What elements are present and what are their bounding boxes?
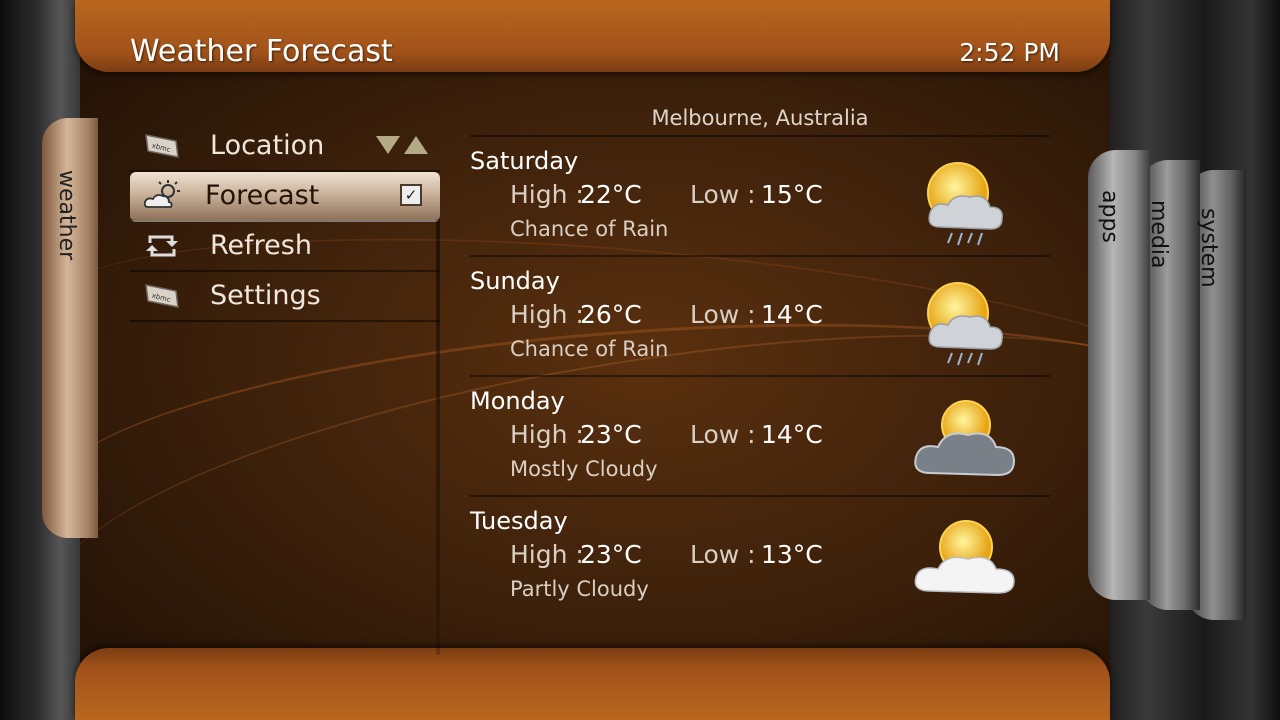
low-value: 13°C <box>761 540 823 569</box>
sun-cloud-rain-icon <box>927 162 1003 246</box>
high-value: 22°C <box>580 180 642 209</box>
high-label: High : <box>510 540 584 569</box>
condition-text: Partly Cloudy <box>510 577 649 601</box>
system-tab-label: system <box>1196 208 1221 288</box>
xbmc-logo-icon: xbmc <box>145 134 179 158</box>
menu-item-label: Location <box>210 130 325 161</box>
condition-text: Chance of Rain <box>510 337 669 361</box>
refresh-icon <box>146 235 178 257</box>
menu-item-refresh[interactable]: Refresh <box>130 222 440 272</box>
forecast-list: Saturday High : 22°C Low : 15°C Chance o… <box>470 135 1050 615</box>
menu-item-location[interactable]: xbmc Location <box>130 122 440 172</box>
footer-bar <box>75 648 1110 720</box>
low-label: Low : <box>690 300 756 329</box>
high-value: 23°C <box>580 420 642 449</box>
clock: 2:52 PM <box>959 38 1060 67</box>
menu-item-settings[interactable]: xbmc Settings <box>130 272 440 322</box>
low-label: Low : <box>690 180 756 209</box>
menu-item-label: Refresh <box>210 230 312 261</box>
xbmc-logo-icon: xbmc <box>145 284 179 308</box>
low-value: 14°C <box>761 420 823 449</box>
low-label: Low : <box>690 420 756 449</box>
menu-item-forecast[interactable]: Forecast ✓ <box>130 172 440 222</box>
high-value: 26°C <box>580 300 642 329</box>
location-label: Melbourne, Australia <box>651 106 869 130</box>
low-label: Low : <box>690 540 756 569</box>
forecast-checkbox[interactable]: ✓ <box>400 184 422 206</box>
weather-tab-label: weather <box>54 170 79 261</box>
location-spinner[interactable] <box>376 136 428 154</box>
forecast-day: Tuesday <box>470 507 568 535</box>
high-value: 23°C <box>580 540 642 569</box>
spinner-up-icon[interactable] <box>404 136 428 154</box>
low-value: 14°C <box>761 300 823 329</box>
forecast-row: Tuesday High : 23°C Low : 13°C Partly Cl… <box>470 495 1050 615</box>
menu-item-label: Forecast <box>205 180 320 211</box>
high-label: High : <box>510 420 584 449</box>
condition-text: Mostly Cloudy <box>510 457 658 481</box>
partly-cloudy-icon <box>914 520 1015 594</box>
spinner-down-icon[interactable] <box>376 136 400 154</box>
forecast-row: Saturday High : 22°C Low : 15°C Chance o… <box>470 135 1050 255</box>
forecast-row: Sunday High : 26°C Low : 14°C Chance of … <box>470 255 1050 375</box>
page-title: Weather Forecast <box>130 34 393 69</box>
condition-text: Chance of Rain <box>510 217 669 241</box>
forecast-day: Sunday <box>470 267 560 295</box>
forecast-day: Saturday <box>470 147 579 175</box>
low-value: 15°C <box>761 180 823 209</box>
high-label: High : <box>510 300 584 329</box>
media-tab-label: media <box>1146 200 1171 269</box>
side-menu: xbmc Location Forecast ✓ Refresh xbmc Se… <box>130 122 440 322</box>
apps-tab-label: apps <box>1097 190 1122 243</box>
forecast-day: Monday <box>470 387 565 415</box>
menu-item-label: Settings <box>210 280 321 311</box>
high-label: High : <box>510 180 584 209</box>
sun-cloud-rain-icon <box>927 282 1003 366</box>
mostly-cloudy-icon <box>914 400 1016 477</box>
partly-cloudy-icon <box>143 180 180 208</box>
forecast-row: Monday High : 23°C Low : 14°C Mostly Clo… <box>470 375 1050 495</box>
